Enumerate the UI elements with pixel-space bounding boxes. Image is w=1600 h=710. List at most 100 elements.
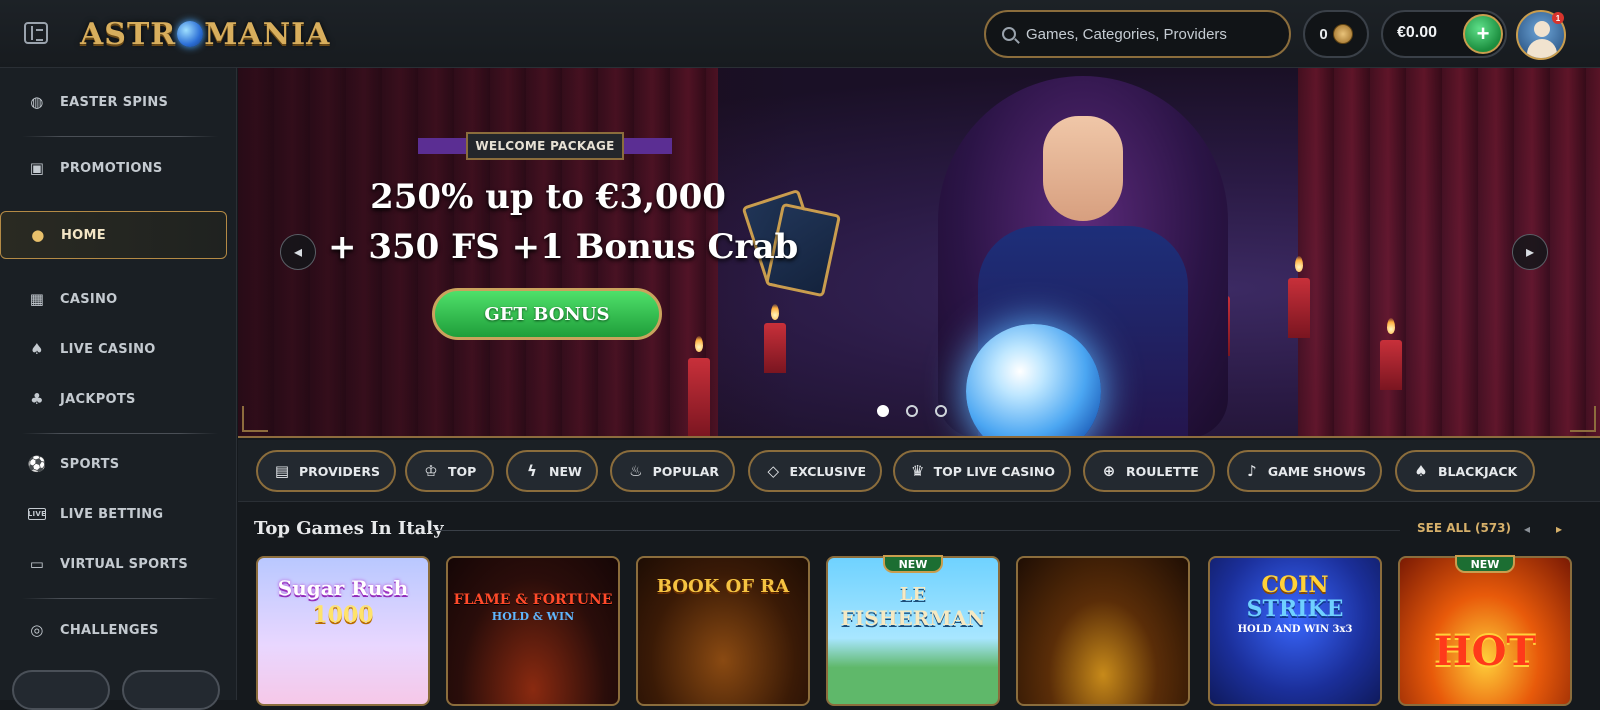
category-label: EXCLUSIVE	[789, 463, 866, 479]
sidebar-item-casino[interactable]: ▦ CASINO	[0, 275, 237, 323]
lightning-icon: ϟ	[527, 462, 537, 480]
get-bonus-button[interactable]: GET BONUS	[432, 288, 662, 340]
category-label: BLACKJACK	[1438, 463, 1518, 479]
game-subtitle: HOLD & WIN	[491, 610, 575, 623]
logo-orb-icon	[177, 21, 204, 47]
sidebar-item-home[interactable]: ● HOME	[0, 211, 227, 259]
category-popular[interactable]: ♨ POPULAR	[610, 450, 735, 492]
live-icon: LIVE	[27, 508, 47, 520]
search-input[interactable]	[1026, 25, 1266, 43]
sidebar-toggle-icon[interactable]	[24, 22, 48, 44]
ribbon-left	[418, 138, 468, 154]
game-tile-coin-strike[interactable]: COIN STRIKE HOLD AND WIN 3x3	[1208, 556, 1382, 706]
sidebar-item-virtual-sports[interactable]: ▭ VIRTUAL SPORTS	[0, 540, 237, 588]
sidebar-bottom-button-right[interactable]	[122, 670, 220, 710]
carousel-dot-1[interactable]	[877, 405, 889, 417]
sidebar-divider	[22, 136, 218, 137]
banner-headline: 250% up to €3,000 + 350 FS +1 Bonus Crab	[328, 172, 798, 272]
sidebar-item-promotions[interactable]: ▣ PROMOTIONS	[0, 144, 237, 192]
home-icon: ●	[31, 226, 45, 244]
candle-flame	[695, 336, 703, 352]
game-title: FLAME & FORTUNE	[453, 592, 613, 608]
hero-banner[interactable]: WELCOME PACKAGE 250% up to €3,000 + 350 …	[238, 68, 1600, 438]
game-tile-hot[interactable]: HOT	[1398, 556, 1572, 706]
game-title: LE	[899, 584, 927, 605]
game-title: BOOK OF RA	[656, 576, 790, 597]
sidebar-item-label: JACKPOTS	[60, 391, 136, 407]
challenge-icon: ◎	[30, 621, 44, 639]
category-label: TOP	[448, 463, 477, 479]
games-prev-arrow-icon[interactable]: ◂	[1524, 522, 1530, 536]
clover-icon: ♣	[30, 390, 44, 408]
game-tile-sugar-rush[interactable]: Sugar Rush 1000	[256, 556, 430, 706]
sidebar-item-challenges[interactable]: ◎ CHALLENGES	[0, 606, 237, 654]
category-label: GAME SHOWS	[1267, 463, 1366, 479]
deposit-button[interactable]: +	[1463, 14, 1503, 54]
game-tile-le-fisherman[interactable]: LE FISHERMAN	[826, 556, 1000, 706]
sidebar-item-live-casino[interactable]: ♠ LIVE CASINO	[0, 325, 237, 373]
banner-headline-line1: 250% up to €3,000	[370, 177, 726, 217]
banner-prev-arrow-icon[interactable]: ◂	[280, 234, 316, 270]
top-header: ASTRMANIA 0 €0.00 + 1	[0, 0, 1600, 68]
category-exclusive[interactable]: ◇ EXCLUSIVE	[748, 450, 882, 492]
deposit-plus-icon: +	[1476, 21, 1490, 46]
microphone-icon: ♪	[1247, 462, 1257, 480]
sidebar-item-label: CHALLENGES	[60, 622, 159, 638]
sidebar-item-jackpots[interactable]: ♣ JACKPOTS	[0, 375, 237, 423]
search-box[interactable]	[984, 10, 1291, 58]
category-top-live-casino[interactable]: ♛ TOP LIVE CASINO	[893, 450, 1071, 492]
slot-machine-icon: ▦	[29, 290, 45, 308]
game-tile-book-of-ra[interactable]: BOOK OF RA	[636, 556, 810, 706]
category-game-shows[interactable]: ♪ GAME SHOWS	[1227, 450, 1382, 492]
category-top[interactable]: ♔ TOP	[405, 450, 494, 492]
games-next-arrow-icon[interactable]: ▸	[1556, 522, 1562, 536]
game-title: Sugar Rush	[277, 576, 409, 600]
sidebar-item-live-betting[interactable]: LIVE LIVE BETTING	[0, 490, 237, 538]
carousel-dot-3[interactable]	[935, 405, 947, 417]
sidebar-nav: ◍ EASTER SPINS ▣ PROMOTIONS ● HOME ▦ CAS…	[0, 68, 237, 700]
game-subtitle: STRIKE	[1246, 596, 1344, 622]
soccer-ball-icon: ⚽	[27, 455, 47, 473]
sidebar-item-label: HOME	[61, 227, 106, 243]
candle	[764, 323, 786, 373]
see-all-link[interactable]: SEE ALL (573)	[1417, 521, 1511, 535]
notification-badge: 1	[1552, 12, 1564, 24]
banner-next-arrow-icon[interactable]: ▸	[1512, 234, 1548, 270]
corner-ornament	[1570, 406, 1596, 432]
sidebar-item-sports[interactable]: ⚽ SPORTS	[0, 440, 237, 488]
virtual-sports-icon: ▭	[29, 555, 45, 573]
sidebar-divider	[22, 433, 218, 434]
flame-icon: ♨	[629, 462, 643, 480]
game-subtitle: FISHERMAN	[840, 606, 986, 630]
carousel-dot-2[interactable]	[906, 405, 918, 417]
sidebar-item-label: PROMOTIONS	[60, 160, 163, 176]
section-divider	[430, 530, 1400, 531]
category-label: NEW	[549, 463, 582, 479]
game-tile-flame-fortune[interactable]: FLAME & FORTUNE HOLD & WIN	[446, 556, 620, 706]
sidebar-item-label: SPORTS	[60, 456, 120, 472]
category-new[interactable]: ϟ NEW	[506, 450, 598, 492]
candle	[1288, 278, 1310, 338]
providers-icon: ▤	[274, 462, 290, 480]
category-roulette[interactable]: ⊕ ROULETTE	[1083, 450, 1215, 492]
game-subtitle: 1000	[312, 602, 374, 628]
balance-widget[interactable]: €0.00 +	[1381, 10, 1507, 58]
ribbon-right	[622, 138, 672, 154]
category-label: ROULETTE	[1126, 463, 1199, 479]
category-providers[interactable]: ▤ PROVIDERS	[256, 450, 396, 492]
category-label: TOP LIVE CASINO	[933, 463, 1055, 479]
sidebar-divider	[22, 598, 218, 599]
site-logo[interactable]: ASTR MANIA	[80, 12, 330, 56]
sidebar-item-easter-spins[interactable]: ◍ EASTER SPINS	[0, 78, 237, 126]
curtain-right	[1298, 68, 1600, 436]
candle	[688, 358, 710, 436]
roulette-icon: ⊕	[1102, 462, 1116, 480]
game-tile-aztec[interactable]	[1016, 556, 1190, 706]
coins-counter[interactable]: 0	[1303, 10, 1369, 58]
game-tagline: HOLD AND WIN 3x3	[1237, 624, 1353, 635]
sidebar-bottom-button-left[interactable]	[12, 670, 110, 710]
category-blackjack[interactable]: ♠ BLACKJACK	[1395, 450, 1535, 492]
candle-flame	[1387, 318, 1395, 334]
new-badge: NEW	[883, 555, 943, 573]
candle-flame	[1295, 256, 1303, 272]
